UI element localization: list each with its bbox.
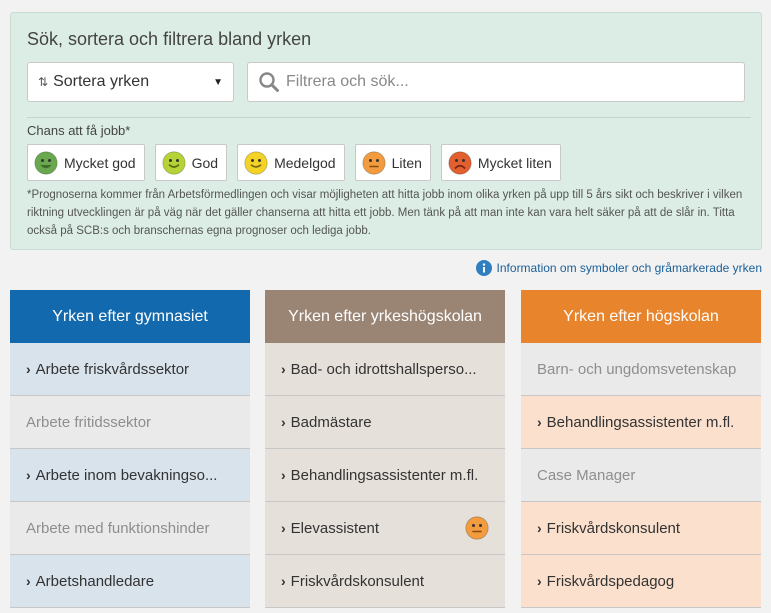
chance-filter-low[interactable]: Liten <box>354 144 431 181</box>
occupation-item[interactable]: › Arbete inom bevakningso... <box>10 449 250 502</box>
chevron-right-icon: › <box>26 573 31 589</box>
occupation-item: Arbete fritidssektor <box>10 396 250 449</box>
occupation-item[interactable]: › Elevassistent <box>265 502 505 555</box>
filter-title: Sök, sortera och filtrera bland yrken <box>27 29 312 49</box>
info-link[interactable]: Information om symboler och gråmarkerade… <box>475 260 762 276</box>
chevron-right-icon: › <box>26 361 31 377</box>
occupation-item[interactable]: › Friskvårdskonsulent <box>521 502 761 555</box>
occupation-item: Case Manager <box>521 449 761 502</box>
chance-filter-label: Liten <box>391 154 422 171</box>
info-link-label: Information om symboler och gråmarkerade… <box>496 261 762 275</box>
medium-face-icon <box>244 150 268 175</box>
occupation-item[interactable]: › Behandlingsassistenter m.fl. <box>521 396 761 449</box>
chance-filter-label: Mycket liten <box>477 154 552 171</box>
chance-filter-very-low[interactable]: Mycket liten <box>440 144 561 181</box>
occupation-label: Friskvårdspedagog <box>546 572 675 590</box>
sort-select[interactable]: ⇅ Sortera yrken ▼ <box>27 62 234 102</box>
low-face-icon <box>465 516 489 540</box>
occupation-label: Friskvårdskonsulent <box>546 519 681 537</box>
occupation-label: Case Manager <box>537 466 636 484</box>
chance-filter-very-good[interactable]: Mycket god <box>27 144 145 181</box>
chevron-right-icon: › <box>281 467 286 483</box>
chevron-right-icon: › <box>281 361 286 377</box>
very-good-face-icon <box>34 150 58 175</box>
chance-label: Chans att få jobb* <box>27 123 131 138</box>
occupation-label: Badmästare <box>290 413 372 431</box>
occupation-label: Arbete inom bevakningso... <box>35 466 218 484</box>
chance-filter-label: Mycket god <box>64 154 136 171</box>
divider <box>27 117 751 118</box>
occupation-column-3: Yrken efter högskolan Barn- och ungdomsve… <box>521 290 761 613</box>
low-face-icon <box>361 150 386 175</box>
chevron-right-icon: › <box>281 414 286 430</box>
occupation-label: Bad- och idrottshallsperso... <box>290 360 477 378</box>
chevron-right-icon: › <box>537 414 542 430</box>
chevron-right-icon: › <box>537 520 542 536</box>
forecast-note: *Prognoserna kommer från Arbetsförmedlin… <box>27 189 743 237</box>
filter-panel: Sök, sortera och filtrera bland yrken ⇅ … <box>10 12 762 250</box>
column-header[interactable]: Yrken efter yrkeshögskolan <box>265 290 505 351</box>
search-input[interactable] <box>286 73 726 91</box>
occupation-list: › Arbete friskvårdssektor Arbete fritidsse… <box>10 343 250 608</box>
column-header[interactable]: Yrken efter högskolan <box>521 290 761 351</box>
occupation-label: Barn- och ungdomsvetenskap <box>537 360 737 378</box>
occupation-label: Arbete med funktionshinder <box>26 519 210 537</box>
occupation-label: Behandlingsassistenter m.fl. <box>546 413 735 431</box>
column-header[interactable]: Yrken efter gymnasiet <box>10 290 250 351</box>
occupation-label: Behandlingsassistenter m.fl. <box>290 466 479 484</box>
chance-filter-label: God <box>191 154 219 171</box>
occupation-label: Arbete friskvårdssektor <box>35 360 190 378</box>
chance-filter-label: Medelgod <box>274 154 336 171</box>
occupation-item[interactable]: › Friskvårdskonsulent <box>265 555 505 608</box>
occupation-label: Arbete fritidssektor <box>26 413 152 431</box>
very-low-face-icon <box>448 150 472 175</box>
sort-arrows-icon: ⇅ <box>38 75 48 89</box>
chevron-right-icon: › <box>281 573 286 589</box>
occupation-item[interactable]: › Arbetshandledare <box>10 555 250 608</box>
chance-filter-row: Mycket god God Medelgod Liten Mycket liten <box>27 144 561 181</box>
search-icon <box>259 72 279 92</box>
chevron-right-icon: › <box>26 467 31 483</box>
occupation-item[interactable]: › Behandlingsassistenter m.fl. <box>265 449 505 502</box>
occupation-label: Elevassistent <box>290 519 380 537</box>
occupation-label: Friskvårdskonsulent <box>290 572 425 590</box>
occupation-column-2: Yrken efter yrkeshögskolan › Bad- och idro… <box>265 290 505 613</box>
occupation-list: › Bad- och idrottshallsperso... › Badmästar… <box>265 343 505 608</box>
occupation-column-1: Yrken efter gymnasiet › Arbete friskvårdss… <box>10 290 250 613</box>
chevron-down-icon: ▼ <box>213 76 223 88</box>
chance-filter-good[interactable]: God <box>154 144 228 181</box>
chevron-right-icon: › <box>281 520 286 536</box>
occupation-item: Barn- och ungdomsvetenskap <box>521 343 761 396</box>
search-box[interactable] <box>247 62 745 102</box>
sort-select-label: Sortera yrken <box>53 73 150 90</box>
occupation-item[interactable]: › Arbete friskvårdssektor <box>10 343 250 396</box>
occupation-item: Arbete med funktionshinder <box>10 502 250 555</box>
chevron-right-icon: › <box>537 573 542 589</box>
good-face-icon <box>161 150 186 175</box>
occupation-list: Barn- och ungdomsvetenskap › Behandlingsas… <box>521 343 761 608</box>
occupation-item[interactable]: › Badmästare <box>265 396 505 449</box>
occupation-item[interactable]: › Bad- och idrottshallsperso... <box>265 343 505 396</box>
occupation-label: Arbetshandledare <box>35 572 155 590</box>
info-icon <box>475 260 492 276</box>
occupation-item[interactable]: › Friskvårdspedagog <box>521 555 761 608</box>
chance-filter-medium[interactable]: Medelgod <box>237 144 345 181</box>
